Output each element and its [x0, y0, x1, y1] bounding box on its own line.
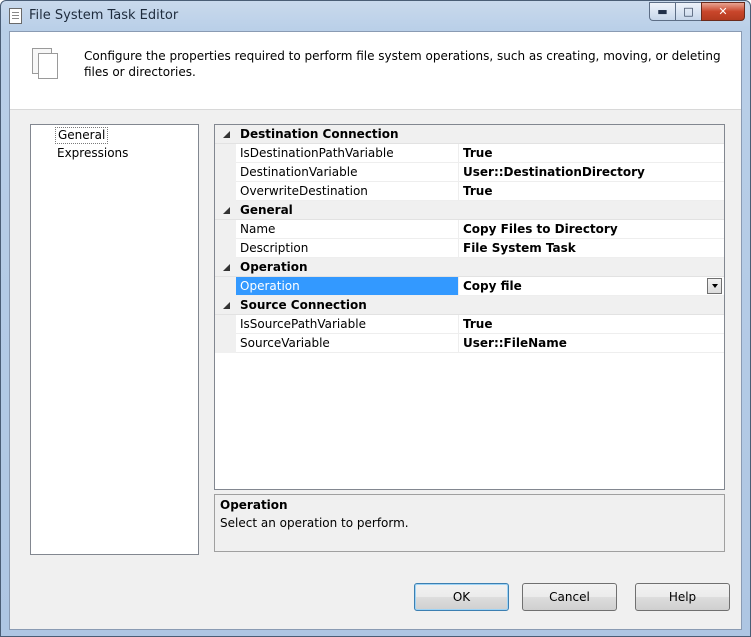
- property-value[interactable]: File System Task: [463, 239, 576, 257]
- property-row[interactable]: OverwriteDestination True: [215, 182, 724, 201]
- property-value[interactable]: User::FileName: [463, 334, 567, 352]
- category-label: Source Connection: [240, 298, 367, 312]
- help-button[interactable]: Help: [635, 583, 730, 611]
- category-source-connection[interactable]: Source Connection: [215, 296, 724, 315]
- dropdown-arrow-icon[interactable]: [707, 278, 722, 294]
- page-navigation-list: General Expressions: [30, 124, 199, 555]
- minimize-button[interactable]: ▬: [649, 2, 675, 21]
- property-value[interactable]: Copy file: [463, 277, 522, 295]
- property-row[interactable]: SourceVariable User::FileName: [215, 334, 724, 353]
- property-grid: Destination Connection IsDestinationPath…: [214, 124, 725, 490]
- dialog-client-area: Configure the properties required to per…: [9, 31, 742, 630]
- file-system-icon: [32, 48, 60, 80]
- property-row[interactable]: DestinationVariable User::DestinationDir…: [215, 163, 724, 182]
- close-button[interactable]: ✕: [701, 2, 745, 21]
- category-destination-connection[interactable]: Destination Connection: [215, 125, 724, 144]
- category-label: Destination Connection: [240, 127, 399, 141]
- property-value[interactable]: Copy Files to Directory: [463, 220, 618, 238]
- property-value[interactable]: True: [463, 144, 492, 162]
- property-row-selected[interactable]: Operation Copy file: [215, 277, 724, 296]
- header-description: Configure the properties required to per…: [84, 49, 721, 79]
- collapse-arrow-icon[interactable]: [223, 264, 230, 271]
- collapse-arrow-icon[interactable]: [223, 131, 230, 138]
- property-name: DestinationVariable: [236, 163, 459, 181]
- property-row[interactable]: IsSourcePathVariable True: [215, 315, 724, 334]
- property-name: SourceVariable: [236, 334, 459, 352]
- property-row[interactable]: Description File System Task: [215, 239, 724, 258]
- property-name: Operation: [236, 277, 459, 295]
- dialog-window: File System Task Editor ▬ □ ✕ Configure …: [0, 0, 751, 637]
- caption-buttons: ▬ □ ✕: [649, 2, 745, 22]
- property-name: IsSourcePathVariable: [236, 315, 459, 333]
- collapse-arrow-icon[interactable]: [223, 302, 230, 309]
- property-name: IsDestinationPathVariable: [236, 144, 459, 162]
- property-description-panel: Operation Select an operation to perform…: [214, 494, 725, 552]
- category-label: General: [240, 203, 293, 217]
- property-value[interactable]: True: [463, 182, 492, 200]
- title-bar[interactable]: File System Task Editor ▬ □ ✕: [1, 1, 750, 31]
- nav-item-expressions[interactable]: Expressions: [55, 146, 130, 161]
- property-value[interactable]: User::DestinationDirectory: [463, 163, 645, 181]
- cancel-button[interactable]: Cancel: [522, 583, 617, 611]
- category-operation[interactable]: Operation: [215, 258, 724, 277]
- property-name: OverwriteDestination: [236, 182, 459, 200]
- property-value[interactable]: True: [463, 315, 492, 333]
- document-icon: [9, 8, 22, 24]
- ok-button[interactable]: OK: [414, 583, 509, 611]
- property-row[interactable]: IsDestinationPathVariable True: [215, 144, 724, 163]
- property-name: Description: [236, 239, 459, 257]
- header-banner: Configure the properties required to per…: [10, 32, 741, 110]
- description-text: Select an operation to perform.: [220, 516, 409, 530]
- description-title: Operation: [220, 498, 288, 512]
- window-title: File System Task Editor: [29, 8, 179, 23]
- category-general[interactable]: General: [215, 201, 724, 220]
- property-row[interactable]: Name Copy Files to Directory: [215, 220, 724, 239]
- maximize-button[interactable]: □: [675, 2, 701, 21]
- collapse-arrow-icon[interactable]: [223, 207, 230, 214]
- nav-item-general[interactable]: General: [55, 127, 109, 144]
- category-label: Operation: [240, 260, 308, 274]
- property-name: Name: [236, 220, 459, 238]
